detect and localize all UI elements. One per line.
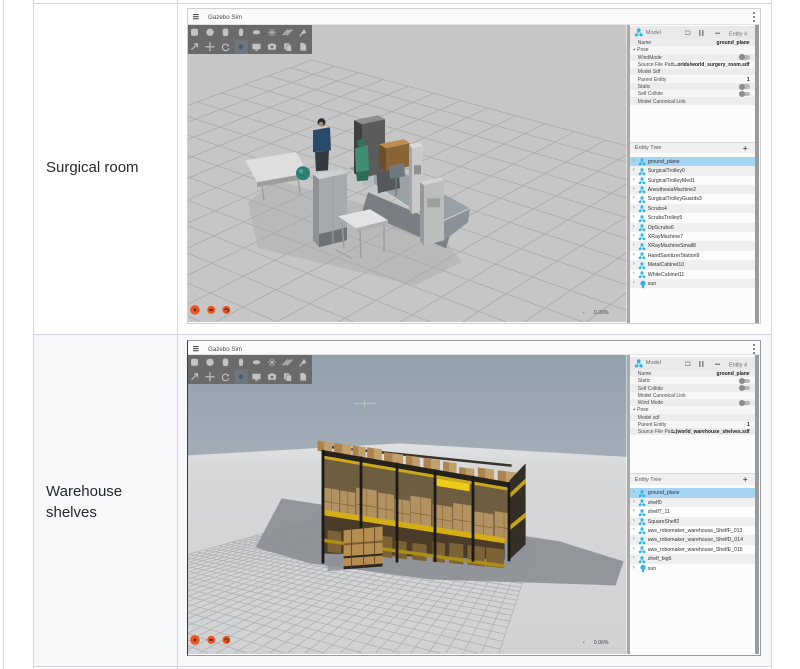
svg-text:Entity 4: Entity 4 [729, 32, 747, 38]
svg-text:Entity 4: Entity 4 [729, 363, 747, 369]
